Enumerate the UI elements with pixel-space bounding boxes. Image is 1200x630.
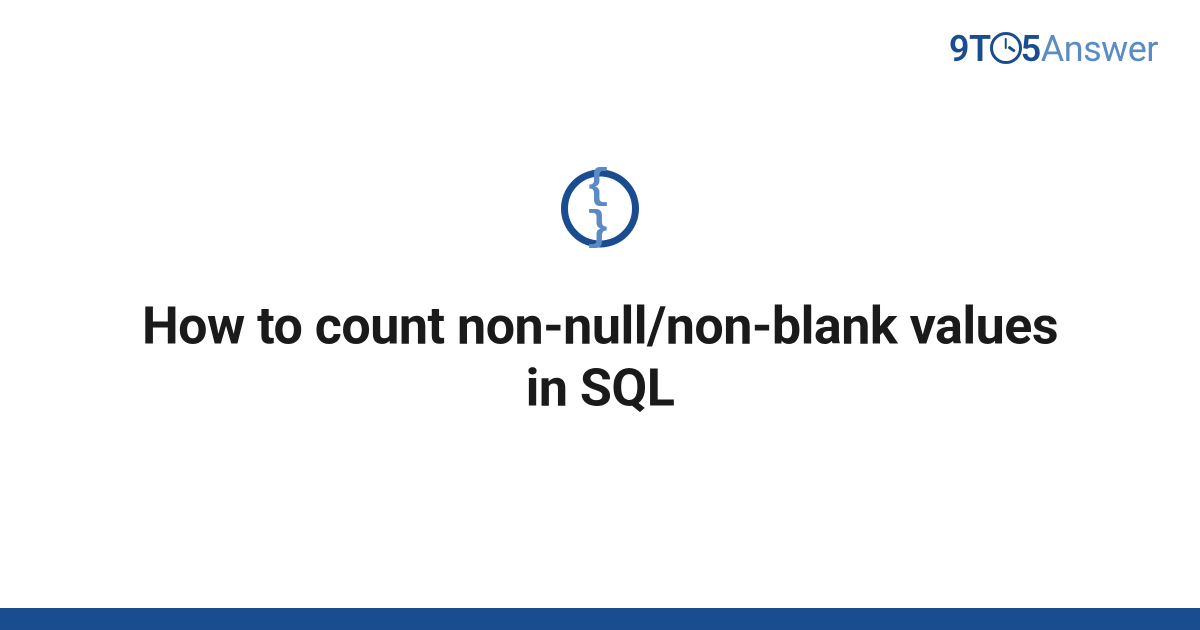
clock-icon (990, 32, 1022, 64)
logo-suffix: Answer (1041, 28, 1158, 70)
footer-accent-bar (0, 608, 1200, 630)
question-title: How to count non-null/non-blank values i… (125, 296, 1075, 421)
logo-prefix: 9T (949, 28, 991, 70)
main-content: { } How to count non-null/non-blank valu… (0, 170, 1200, 421)
logo-middle: 5 (1021, 28, 1041, 70)
category-badge: { } (561, 170, 639, 248)
code-braces-icon: { } (568, 166, 632, 250)
site-logo: 9T 5Answer (949, 28, 1158, 70)
